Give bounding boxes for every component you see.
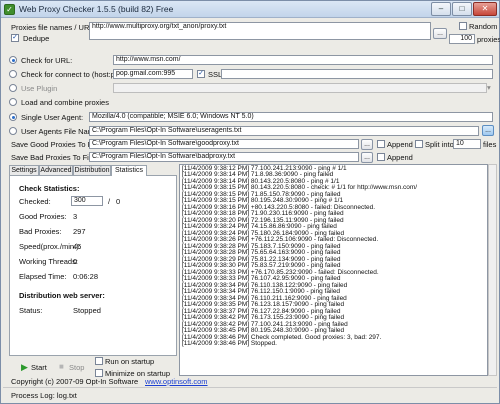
dedupe-label: Dedupe (23, 34, 50, 43)
status-value: Stopped (73, 306, 101, 315)
bad-value: 297 (73, 227, 86, 236)
checked-value: 300 (71, 196, 103, 206)
status-label: Status: (19, 306, 43, 315)
tab-settings[interactable]: Settings (9, 165, 39, 175)
split-checkbox[interactable] (415, 140, 423, 148)
elapsed-value: 0:06:28 (73, 272, 99, 281)
tab-advanced[interactable]: Advanced (39, 165, 73, 175)
statistics-panel: Check Statistics: Checked: 300 / 0 Good … (9, 175, 177, 356)
random-label: Random (469, 22, 498, 31)
good-label: Good Proxies: (19, 212, 67, 221)
speed-label: Speed(prox./min.): (19, 242, 81, 251)
title-bar: ✓ Web Proxy Checker 1.5.5 (build 82) Fre… (1, 1, 499, 18)
play-icon[interactable]: ▶ (21, 362, 28, 373)
log-line: [11/4/2009 9:38:46 PM] Stopped. (182, 340, 277, 348)
save-good-field[interactable]: C:\Program Files\Opt-In Software\goodpro… (89, 139, 359, 149)
run-on-startup-checkbox[interactable] (95, 357, 103, 365)
save-good-browse-button[interactable]: ... (361, 139, 373, 150)
copyright-text: Copyright (c) 2007-09 Opt-In Software (11, 377, 139, 386)
check-connect-radio[interactable] (9, 70, 17, 78)
check-url-radio[interactable] (9, 56, 17, 64)
split-label: Split into (425, 140, 454, 149)
stats-heading: Check Statistics: (19, 184, 80, 193)
connect-host-field[interactable]: pop.gmail.com:995 (113, 69, 193, 79)
maximize-button[interactable]: □ (452, 2, 472, 16)
proxies-urls-field[interactable]: http://www.multiproxy.org/txt_anon/proxy… (89, 22, 431, 40)
minimize-on-startup-checkbox[interactable] (95, 369, 103, 377)
threads-label: Working Threads: (19, 257, 78, 266)
connect-extra-field[interactable] (221, 69, 493, 79)
use-plugin-label: Use Plugin (21, 84, 58, 93)
dist-heading: Distribution web server: (19, 291, 105, 300)
dedupe-checkbox[interactable]: ✓ (11, 34, 19, 42)
proxies-label: Proxies file names / URLs: (11, 23, 100, 32)
tab-distribution[interactable]: Distribution (73, 165, 111, 175)
save-good-append-checkbox[interactable] (377, 140, 385, 148)
check-url-field[interactable]: http://www.msn.com/ (113, 55, 493, 65)
proxies-count-field[interactable]: 100 (449, 34, 475, 44)
proxies-browse-button[interactable]: ... (433, 28, 447, 39)
load-combine-radio[interactable] (9, 98, 17, 106)
stop-button[interactable]: Stop (69, 363, 84, 372)
app-check-icon: ✓ (4, 4, 15, 15)
proxies-unit-label: proxies (477, 35, 500, 44)
single-agent-label: Single User Agent: (21, 113, 84, 122)
single-agent-field[interactable]: Mozilla/4.0 (compatible; MSIE 6.0; Windo… (89, 112, 493, 122)
files-label: files (483, 140, 497, 149)
checked-label: Checked: (19, 197, 51, 206)
close-button[interactable]: ✕ (473, 2, 497, 16)
chevron-down-icon[interactable]: ▾ (487, 83, 491, 92)
agents-file-field[interactable]: C:\Program Files\Opt-In Software\userage… (89, 126, 479, 136)
checked-sep: / (108, 197, 111, 206)
single-agent-radio[interactable] (9, 113, 17, 121)
check-url-label: Check for URL: (21, 56, 73, 65)
app-window: ✓ Web Proxy Checker 1.5.5 (build 82) Fre… (0, 0, 500, 404)
client-area: Proxies file names / URLs: http://www.mu… (3, 19, 500, 403)
process-log[interactable]: [11/4/2009 9:38:12 PM] 77.100.241.213:90… (179, 164, 488, 376)
status-bar: Process Log: log.txt (3, 387, 497, 401)
save-bad-browse-button[interactable]: ... (361, 152, 373, 163)
log-scrollbar[interactable] (488, 164, 497, 376)
window-title: Web Proxy Checker 1.5.5 (build 82) Free (19, 4, 174, 14)
run-on-startup-label: Run on startup (105, 357, 155, 366)
speed-value: 46 (73, 242, 82, 251)
load-combine-label: Load and combine proxies (21, 98, 109, 107)
bad-label: Bad Proxies: (19, 227, 62, 236)
plugin-select[interactable] (113, 83, 487, 93)
stop-icon[interactable]: ■ (59, 362, 64, 371)
random-checkbox[interactable] (459, 22, 467, 30)
split-count-field[interactable]: 10 (453, 139, 481, 149)
save-bad-field[interactable]: C:\Program Files\Opt-In Software\badprox… (89, 152, 359, 162)
checked-total: 0 (116, 197, 121, 206)
ssl-checkbox[interactable]: ✓ (197, 70, 205, 78)
tab-statistics[interactable]: Statistics (111, 165, 147, 176)
process-log-status: Process Log: log.txt (11, 391, 77, 400)
save-good-append-label: Append (387, 140, 413, 149)
save-bad-append-label: Append (387, 153, 413, 162)
agents-browse-button[interactable]: ... (482, 125, 494, 136)
elapsed-label: Elapsed Time: (19, 272, 67, 281)
save-bad-label: Save Bad Proxies To File: (11, 153, 97, 162)
save-bad-append-checkbox[interactable] (377, 153, 385, 161)
start-button[interactable]: Start (31, 363, 47, 372)
website-link[interactable]: www.optinsoft.com (145, 377, 208, 386)
threads-value: 0 (73, 257, 78, 266)
good-value: 3 (73, 212, 78, 221)
use-plugin-radio[interactable] (9, 84, 17, 92)
minimize-button[interactable]: – (431, 2, 451, 16)
agents-file-radio[interactable] (9, 127, 17, 135)
